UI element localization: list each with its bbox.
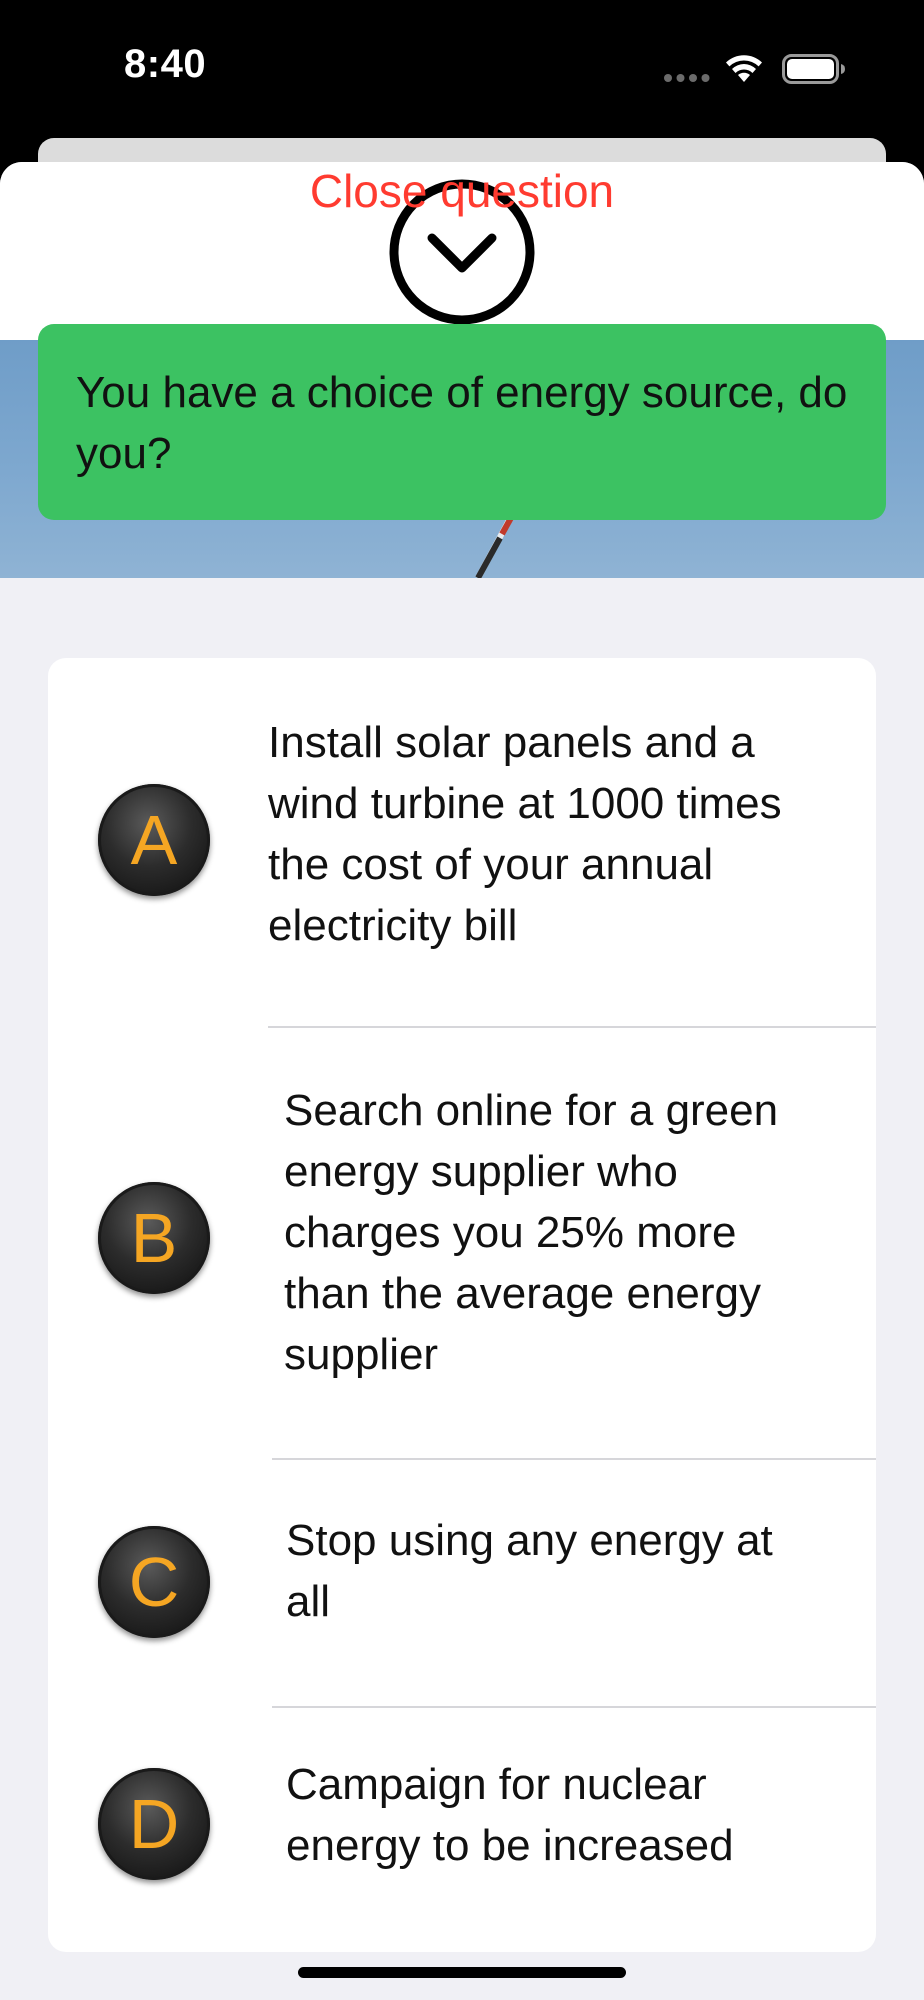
- answer-b-badge: B: [98, 1182, 210, 1294]
- status-bar: 8:40: [0, 0, 924, 140]
- answer-option-c[interactable]: C Stop using any energy at all: [48, 1460, 876, 1706]
- answer-a-text: Install solar panels and a wind turbine …: [268, 718, 782, 950]
- battery-icon: [782, 54, 845, 84]
- answers-list: A Install solar panels and a wind turbin…: [48, 658, 876, 1952]
- answer-option-b[interactable]: B Search online for a green energy suppl…: [48, 1028, 876, 1458]
- question-text: You have a choice of energy source, do y…: [38, 324, 886, 520]
- cellular-signal-icon: [664, 74, 710, 82]
- answer-c-text: Stop using any energy at all: [286, 1516, 773, 1626]
- answer-d-text: Campaign for nuclear energy to be increa…: [286, 1760, 734, 1870]
- answer-a-badge: A: [98, 784, 210, 896]
- home-indicator[interactable]: [298, 1967, 626, 1978]
- answer-b-text: Search online for a green energy supplie…: [284, 1086, 779, 1379]
- close-question-button[interactable]: Close question: [0, 162, 924, 220]
- status-time: 8:40: [124, 42, 207, 86]
- answer-option-d[interactable]: D Campaign for nuclear energy to be incr…: [48, 1708, 876, 1952]
- question-sheet: Close question You have a choice of ener…: [0, 162, 924, 2000]
- answer-c-badge: C: [98, 1526, 210, 1638]
- answer-d-badge: D: [98, 1768, 210, 1880]
- answer-option-a[interactable]: A Install solar panels and a wind turbin…: [48, 658, 876, 1026]
- wifi-icon: [726, 55, 762, 82]
